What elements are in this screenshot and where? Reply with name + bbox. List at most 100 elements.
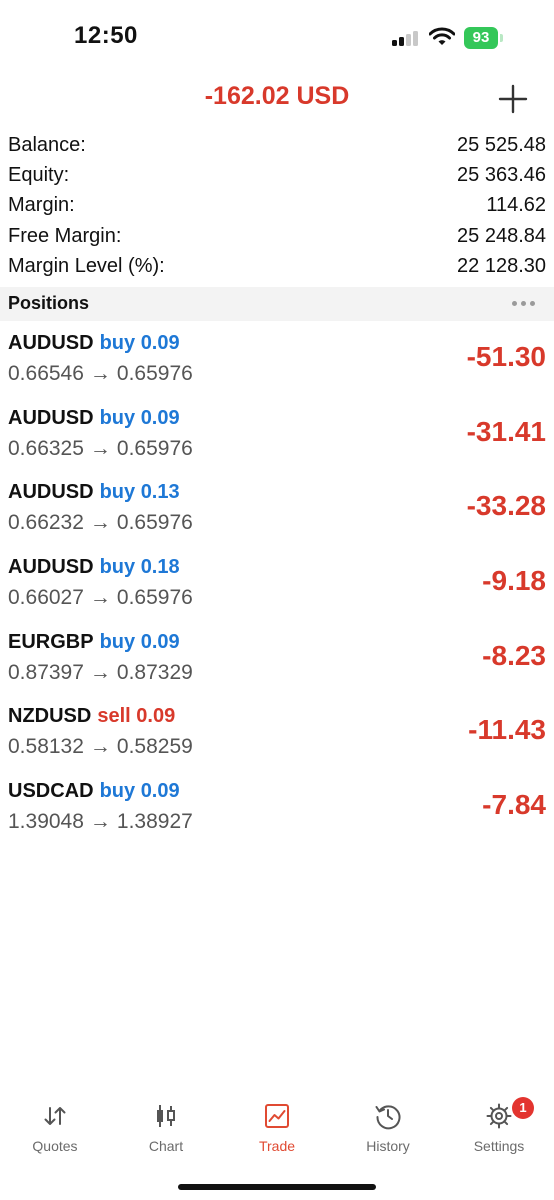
position-title: NZDUSD sell 0.09 (8, 705, 175, 728)
position-volume: 0.09 (140, 332, 180, 354)
position-title: AUDUSD buy 0.18 (8, 556, 180, 579)
summary-value: 25 363.46 (457, 164, 546, 187)
position-side: sell (97, 705, 131, 728)
gear-icon (486, 1103, 512, 1129)
position-row[interactable]: USDCAD buy 0.09 1.39048 → 1.38927 -7.84 (0, 770, 554, 845)
position-title: EURGBP buy 0.09 (8, 631, 180, 654)
position-row[interactable]: AUDUSD buy 0.09 0.66546 → 0.65976 -51.30 (0, 322, 554, 397)
summary-label: Margin: (8, 194, 75, 217)
position-prices: 0.66027 → 0.65976 (8, 586, 193, 610)
status-time: 12:50 (74, 22, 138, 49)
summary-row-equity: Equity: 25 363.46 (0, 160, 554, 190)
position-prices: 0.66232 → 0.65976 (8, 511, 193, 535)
notification-badge: 1 (512, 1097, 534, 1119)
section-title: Positions (8, 293, 90, 313)
tab-settings[interactable]: 1 Settings (444, 1097, 554, 1164)
position-volume: 0.09 (140, 406, 180, 429)
position-profit: -9.18 (482, 565, 546, 597)
position-side: buy (99, 630, 136, 653)
position-side: buy (99, 406, 136, 429)
position-title: AUDUSD buy 0.09 (8, 407, 180, 430)
position-profit: -7.84 (482, 789, 546, 821)
battery-icon: 93 (464, 27, 504, 49)
quotes-arrows-icon (44, 1107, 66, 1125)
position-symbol: AUDUSD (8, 481, 94, 504)
position-open-price: 0.66546 (8, 362, 84, 385)
tab-label: Trade (258, 1138, 296, 1154)
tab-history[interactable]: History (333, 1100, 443, 1164)
position-volume: 0.09 (140, 630, 180, 653)
price-arrow-icon: → (89, 735, 111, 759)
account-summary: Balance: 25 525.48 Equity: 25 363.46 Mar… (0, 130, 554, 281)
header: -162.02 USD (0, 74, 554, 124)
position-side: buy (99, 332, 136, 354)
position-prices: 0.58132 → 0.58259 (8, 735, 193, 759)
tab-quotes[interactable]: Quotes (0, 1100, 110, 1164)
tab-label: Settings (473, 1138, 525, 1154)
position-open-price: 0.66232 (8, 511, 84, 535)
add-order-button[interactable] (496, 82, 530, 116)
position-profit: -51.30 (466, 341, 546, 372)
position-prices: 0.66546 → 0.65976 (8, 362, 193, 386)
position-row[interactable]: EURGBP buy 0.09 0.87397 → 0.87329 -8.23 (0, 621, 554, 696)
summary-value: 25 248.84 (457, 224, 546, 247)
positions-list: AUDUSD buy 0.09 0.66546 → 0.65976 -51.30 AU… (0, 322, 554, 845)
tab-chart[interactable]: Chart (111, 1100, 221, 1164)
summary-value: 22 128.30 (457, 254, 546, 277)
more-options-button[interactable] (510, 295, 538, 311)
position-symbol: EURGBP (8, 630, 94, 653)
tab-trade[interactable]: Trade (222, 1100, 332, 1164)
position-current-price: 1.38927 (116, 810, 193, 834)
position-open-price: 0.66325 (8, 436, 84, 460)
summary-label: Free Margin: (8, 224, 122, 247)
position-side: buy (99, 556, 136, 579)
position-profit: -11.43 (468, 714, 546, 746)
position-row[interactable]: NZDUSD sell 0.09 0.58132 → 0.58259 -11.43 (0, 695, 554, 770)
position-title: AUDUSD buy 0.13 (8, 481, 180, 504)
tab-label: Chart (148, 1138, 184, 1154)
home-indicator (178, 1184, 376, 1190)
position-open-price: 0.66027 (8, 586, 84, 610)
wifi-icon (429, 27, 455, 45)
position-profit: -33.28 (466, 490, 546, 522)
position-symbol: AUDUSD (8, 556, 94, 579)
position-current-price: 0.65976 (116, 362, 193, 385)
position-symbol: NZDUSD (8, 705, 92, 728)
price-arrow-icon: → (89, 660, 111, 684)
price-arrow-icon: → (89, 511, 111, 535)
battery-level: 93 (464, 27, 498, 49)
position-side: buy (99, 780, 136, 803)
position-current-price: 0.58259 (116, 735, 193, 759)
position-profit: -8.23 (482, 639, 546, 671)
position-profit: -31.41 (466, 415, 546, 447)
position-volume: 0.13 (140, 481, 180, 504)
position-symbol: USDCAD (8, 780, 94, 803)
summary-row-margin-level: Margin Level (%): 22 128.30 (0, 251, 554, 281)
price-arrow-icon: → (89, 362, 111, 385)
trade-chart-icon (265, 1104, 289, 1128)
position-current-price: 0.65976 (116, 511, 193, 535)
position-prices: 0.66325 → 0.65976 (8, 437, 193, 461)
position-row[interactable]: AUDUSD buy 0.09 0.66325 → 0.65976 -31.41 (0, 397, 554, 472)
position-row[interactable]: AUDUSD buy 0.18 0.66027 → 0.65976 -9.18 (0, 546, 554, 621)
summary-value: 25 525.48 (457, 134, 546, 156)
floating-profit-title: -162.02 USD (204, 82, 350, 110)
position-side: buy (99, 481, 136, 504)
summary-label: Equity: (8, 164, 70, 187)
position-open-price: 0.58132 (8, 735, 84, 759)
position-open-price: 1.39048 (8, 810, 84, 834)
summary-label: Margin Level (%): (8, 254, 165, 277)
position-symbol: AUDUSD (8, 406, 94, 429)
position-title: USDCAD buy 0.09 (8, 780, 180, 803)
summary-row-margin: Margin: 114.62 (0, 190, 554, 220)
position-current-price: 0.65976 (116, 436, 193, 460)
position-prices: 1.39048 → 1.38927 (8, 810, 193, 834)
position-row[interactable]: AUDUSD buy 0.13 0.66232 → 0.65976 -33.28 (0, 471, 554, 546)
tab-label: Quotes (32, 1138, 78, 1154)
position-current-price: 0.65976 (116, 586, 193, 610)
position-current-price: 0.87329 (116, 660, 193, 684)
position-volume: 0.09 (136, 705, 176, 728)
summary-label: Balance: (8, 134, 86, 156)
summary-value: 114.62 (486, 194, 546, 217)
summary-row-balance: Balance: 25 525.48 (0, 130, 554, 160)
